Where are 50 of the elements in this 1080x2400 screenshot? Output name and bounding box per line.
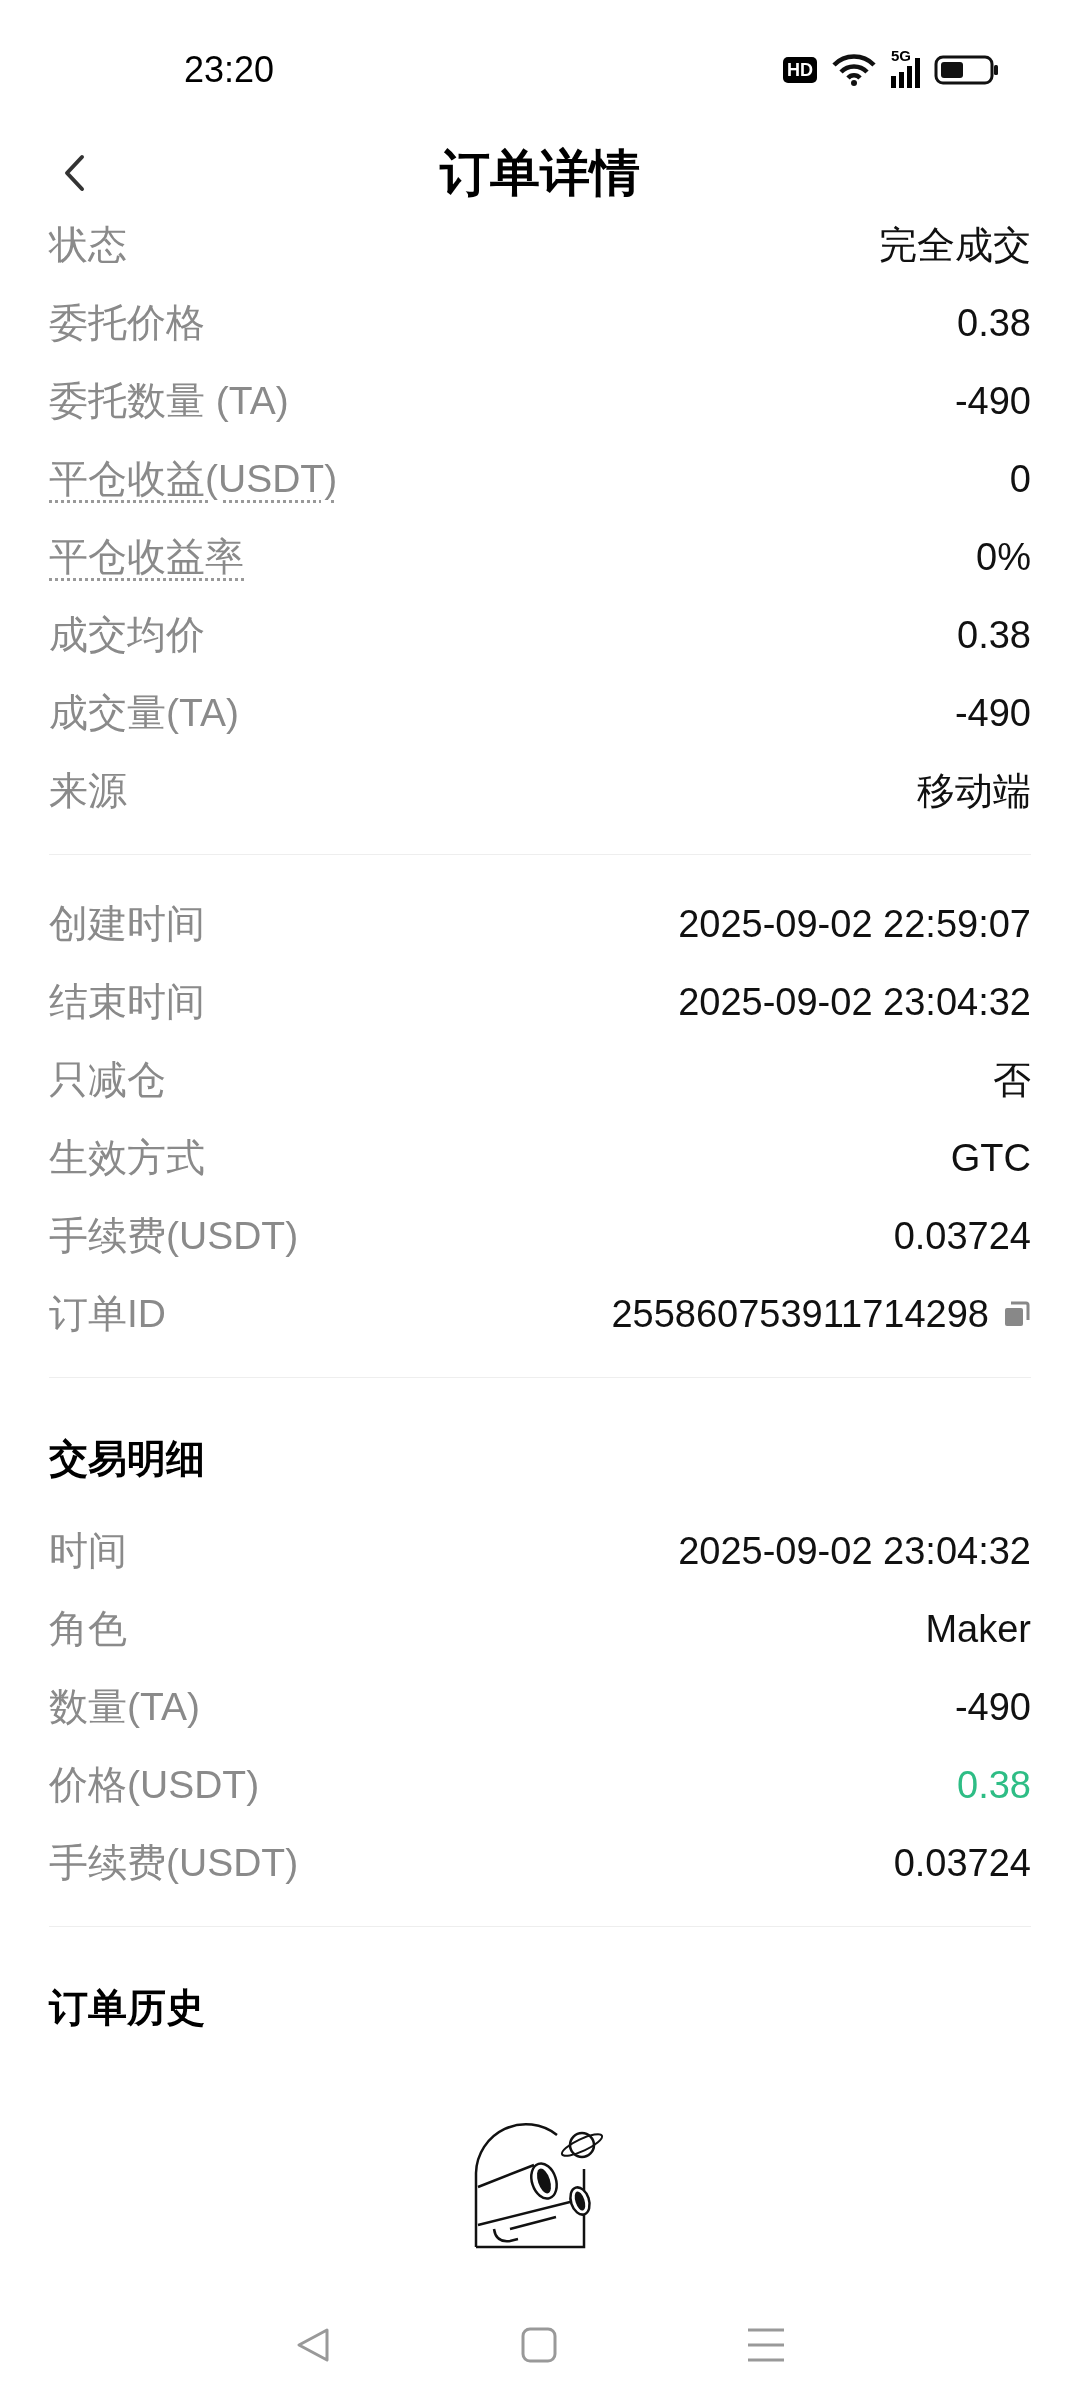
field-value: 255860753911714298 xyxy=(611,1291,989,1337)
hd-badge: HD xyxy=(783,57,817,83)
field-label: 手续费(USDT) xyxy=(49,1839,299,1886)
field-value: 0% xyxy=(976,534,1031,580)
section-title: 订单历史 xyxy=(49,1984,205,2031)
field-value: -490 xyxy=(954,690,1031,736)
field-label: 只减仓 xyxy=(49,1056,166,1103)
field-value: 移动端 xyxy=(917,768,1031,814)
field-value: 2025-09-02 23:04:32 xyxy=(678,1528,1031,1574)
field-value: 否 xyxy=(993,1057,1031,1103)
field-value: 完全成交 xyxy=(879,222,1031,268)
field-label: 角色 xyxy=(49,1605,127,1652)
field-label: 价格(USDT) xyxy=(49,1761,260,1808)
field-value: 2025-09-02 23:04:32 xyxy=(678,979,1031,1025)
field-label: 创建时间 xyxy=(49,900,205,947)
field-label: 状态 xyxy=(49,221,127,268)
field-label: 委托数量 (TA) xyxy=(49,377,289,424)
field-label: 来源 xyxy=(49,767,127,814)
field-label: 手续费(USDT) xyxy=(49,1212,299,1259)
section-title: 交易明细 xyxy=(49,1435,205,1482)
nav-menu-icon[interactable] xyxy=(747,2327,785,2363)
nav-back-icon[interactable] xyxy=(295,2327,331,2363)
page-title: 订单详情 xyxy=(440,143,640,203)
field-label: 时间 xyxy=(49,1527,127,1574)
field-label: 成交量(TA) xyxy=(49,689,239,736)
field-label: 成交均价 xyxy=(49,611,205,658)
status-time: 23:20 xyxy=(184,48,275,92)
battery-icon xyxy=(934,54,1000,86)
field-value: 2025-09-02 22:59:07 xyxy=(678,901,1031,947)
field-label: 订单ID xyxy=(49,1290,166,1337)
field-label: 平仓收益率 xyxy=(49,533,244,580)
field-label: 平仓收益(USDT) xyxy=(49,455,338,502)
field-value: 0.03724 xyxy=(893,1213,1031,1259)
field-value: -490 xyxy=(954,378,1031,424)
field-label: 结束时间 xyxy=(49,978,205,1025)
back-icon[interactable] xyxy=(63,154,85,192)
field-value: GTC xyxy=(950,1135,1031,1181)
nav-home-icon[interactable] xyxy=(521,2327,557,2363)
field-value: Maker xyxy=(925,1606,1031,1652)
field-label: 数量(TA) xyxy=(49,1683,200,1730)
field-value: 0.38 xyxy=(957,300,1031,346)
field-value: 0.38 xyxy=(957,612,1031,658)
field-value: -490 xyxy=(954,1684,1031,1730)
field-label: 生效方式 xyxy=(49,1134,205,1181)
copy-icon[interactable] xyxy=(1003,1300,1031,1328)
field-label: 委托价格 xyxy=(49,299,205,346)
field-value: 0 xyxy=(1009,456,1031,502)
field-value: 0.03724 xyxy=(893,1840,1031,1886)
field-value: 0.38 xyxy=(957,1762,1031,1808)
wifi-icon xyxy=(831,53,877,87)
